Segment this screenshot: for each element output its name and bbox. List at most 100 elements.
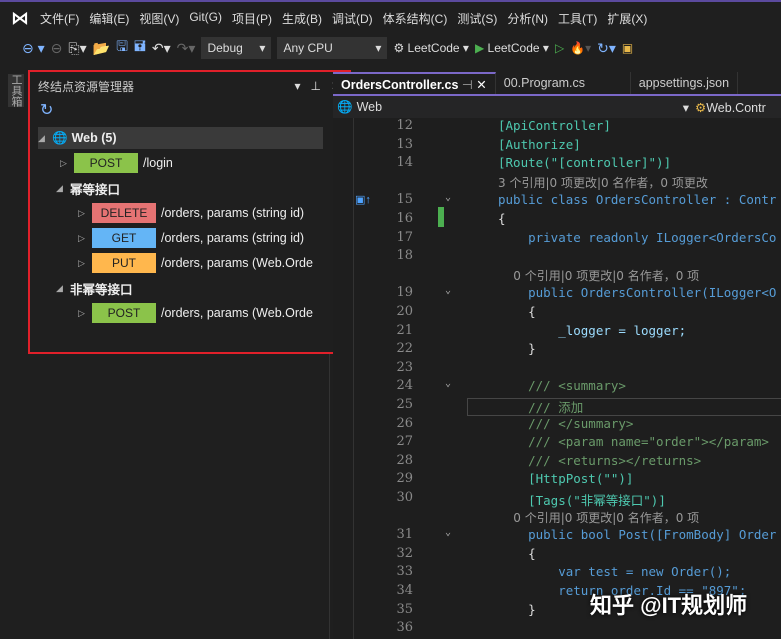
forward-icon[interactable]: ⊖ — [51, 40, 63, 57]
collapse-chevron-icon[interactable]: ⌄ — [445, 285, 451, 296]
tree-group[interactable]: ◢非幂等接口 — [56, 277, 133, 299]
side-strip: 工具箱 — [0, 64, 28, 639]
code-line: 18 — [333, 248, 781, 267]
panel-dropdown-icon[interactable]: ▾ — [294, 79, 300, 93]
tab-program[interactable]: 00.Program.cs — [496, 72, 631, 94]
platform-select[interactable]: Any CPU ▾ — [277, 37, 387, 59]
code-text: public class OrdersController : Contr — [498, 192, 776, 207]
start-debug-button[interactable]: ▶ LeetCode ▾ — [475, 41, 549, 55]
collapse-chevron-icon[interactable]: ⌄ — [445, 378, 451, 389]
play-icon: ▶ — [475, 41, 484, 55]
endpoint-item[interactable]: ▷GET/orders, params (string id) — [78, 227, 304, 249]
code-line: 13[Authorize] — [333, 137, 781, 156]
code-text: [HttpPost("")] — [498, 471, 633, 486]
tab-label: OrdersController.cs — [341, 78, 458, 92]
code-text: [Tags("非幂等接口")] — [498, 490, 666, 509]
collapsed-icon: ▷ — [78, 308, 92, 319]
code-text: /// <returns></returns> — [498, 453, 701, 468]
refresh-icon[interactable]: ↻ — [30, 100, 349, 120]
undo-icon[interactable]: ↶▾ — [152, 40, 171, 57]
collapsed-icon: ▷ — [60, 158, 74, 169]
menu-item[interactable]: 工具(T) — [558, 10, 597, 27]
endpoint-item[interactable]: ▷DELETE/orders, params (string id) — [78, 202, 304, 224]
endpoint-path: /orders, params (string id) — [161, 231, 304, 245]
line-number: 25 — [373, 397, 413, 412]
expand-icon: ◢ — [56, 283, 70, 294]
type-label: Web.Contr — [706, 101, 766, 115]
codelens-text[interactable]: 3 个引用|0 项更改|0 名作者，0 项更改 — [498, 174, 708, 191]
config-value: Debug — [207, 37, 242, 59]
codelens[interactable]: 3 个引用|0 项更改|0 名作者，0 项更改 — [333, 174, 781, 193]
collapse-chevron-icon[interactable]: ⌄ — [445, 192, 451, 203]
new-item-icon[interactable]: ⎘▾ — [68, 40, 86, 57]
hot-reload-icon[interactable]: 🔥▾ — [570, 41, 591, 55]
config-select[interactable]: Debug▾ — [201, 37, 271, 59]
line-number: 24 — [373, 378, 413, 393]
menu-item[interactable]: 扩展(X) — [607, 10, 647, 27]
line-number: 36 — [373, 620, 413, 635]
save-all-icon[interactable]: 🖬 — [134, 36, 146, 60]
codelens-text[interactable]: 0 个引用|0 项更改|0 名作者，0 项 — [498, 509, 699, 526]
project-label: Web — [357, 100, 382, 115]
endpoint-item[interactable]: ▷POST/orders, params (Web.Orde — [78, 302, 313, 324]
http-method-badge: DELETE — [92, 203, 156, 223]
redo-icon[interactable]: ↷▾ — [177, 40, 196, 57]
chevron-down-icon: ▾ — [375, 37, 381, 59]
code-text: [Route("[controller]")] — [498, 155, 671, 170]
menu-item[interactable]: 生成(B) — [282, 10, 322, 27]
tab-appsettings[interactable]: appsettings.json — [631, 72, 738, 94]
pin-icon[interactable]: ⊥ — [310, 79, 320, 93]
code-line: 14[Route("[controller]")] — [333, 155, 781, 174]
line-number: 32 — [373, 546, 413, 561]
close-tab-icon[interactable]: ✕ — [476, 78, 486, 92]
line-number: 20 — [373, 304, 413, 319]
web-globe-icon: 🌐 — [52, 131, 68, 146]
code-text: /// <param name="order"></param> — [498, 434, 769, 449]
open-folder-icon[interactable]: 📂 — [93, 40, 110, 57]
menu-item[interactable]: 文件(F) — [40, 10, 79, 27]
endpoint-item[interactable]: ▷POST/login — [60, 152, 173, 174]
menu-item[interactable]: 调试(D) — [332, 10, 373, 27]
start-without-debug-icon[interactable]: ▷ — [555, 41, 564, 55]
tree-group[interactable]: ◢幂等接口 — [56, 177, 120, 199]
endpoint-item[interactable]: ▷PUT/orders, params (Web.Orde — [78, 252, 313, 274]
menu-item[interactable]: 项目(P) — [232, 10, 272, 27]
menu-item[interactable]: 测试(S) — [457, 10, 497, 27]
tab-orders-controller[interactable]: OrdersController.cs ⊣ ✕ — [333, 72, 496, 94]
menu-item[interactable]: Git(G) — [189, 10, 222, 27]
tree-root-web[interactable]: ◢🌐Web (5) — [38, 127, 323, 149]
project-select[interactable]: 🌐Web▾ — [333, 100, 695, 115]
codelens[interactable]: 0 个引用|0 项更改|0 名作者，0 项 — [333, 267, 781, 286]
menu-item[interactable]: 视图(V) — [139, 10, 179, 27]
code-line: 24 /// <summary>⌄ — [333, 378, 781, 397]
toolbar: ⊖ ▾ ⊖ ⎘▾ 📂 🖫 🖬 ↶▾ ↷▾ Debug▾ Any CPU ▾ ⚙ L… — [0, 34, 781, 62]
codelens[interactable]: 0 个引用|0 项更改|0 名作者，0 项 — [333, 509, 781, 528]
pin-icon[interactable]: ⊣ — [462, 78, 473, 92]
code-line: 25 /// 添加 — [333, 397, 781, 416]
code-line: 21 _logger = logger; — [333, 323, 781, 342]
line-number: 16 — [373, 211, 413, 226]
back-icon[interactable]: ⊖ ▾ — [22, 40, 45, 57]
menu-item[interactable]: 分析(N) — [507, 10, 548, 27]
refresh-icon[interactable]: ↻▾ — [597, 40, 616, 57]
menu-item[interactable]: 编辑(E) — [89, 10, 129, 27]
endpoint-path: /orders, params (Web.Orde — [161, 256, 313, 270]
vs-logo-icon[interactable]: ⋈ — [0, 8, 40, 29]
code-line: 12[ApiController] — [333, 118, 781, 137]
solution-explorer-icon[interactable]: ▣ — [622, 41, 633, 55]
navigation-bar: 🌐Web▾ ⚙Web.Contr — [333, 96, 781, 118]
code-line: 23 — [333, 360, 781, 379]
startup-project-label: LeetCode — [408, 41, 460, 55]
code-editor[interactable]: ▣↑ 12[ApiController]13[Authorize]14[Rout… — [333, 118, 781, 639]
type-select[interactable]: ⚙Web.Contr — [695, 100, 766, 115]
codelens-text[interactable]: 0 个引用|0 项更改|0 名作者，0 项 — [498, 267, 699, 284]
menu-item[interactable]: 体系结构(C) — [383, 10, 448, 27]
collapse-chevron-icon[interactable]: ⌄ — [445, 527, 451, 538]
save-icon[interactable]: 🖫 — [116, 36, 128, 60]
code-text: } — [498, 602, 536, 617]
startup-project[interactable]: ⚙ LeetCode ▾ — [393, 41, 469, 55]
code-text: [ApiController] — [498, 118, 611, 133]
platform-value: Any CPU — [283, 37, 332, 59]
toolbox-tab[interactable]: 工具箱 — [8, 74, 24, 107]
code-text: public OrdersController(ILogger<O — [498, 285, 776, 300]
